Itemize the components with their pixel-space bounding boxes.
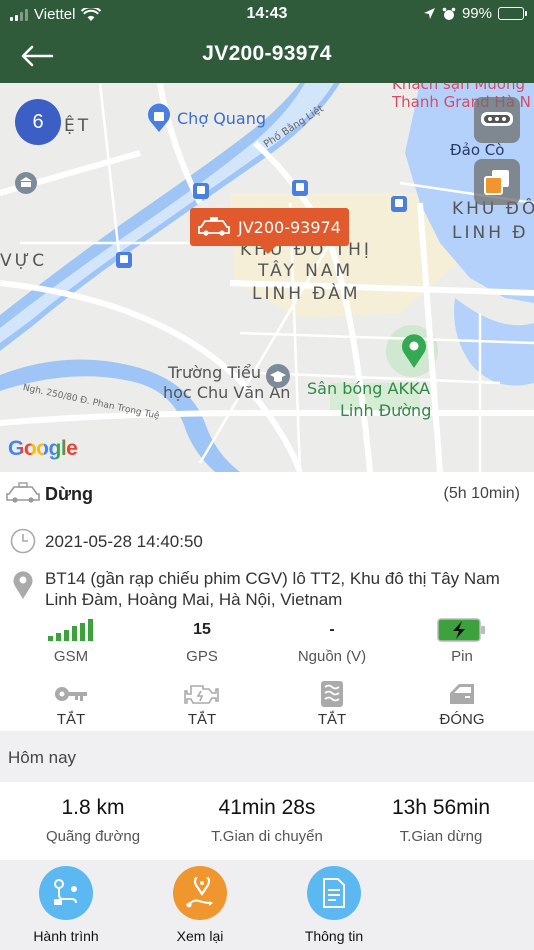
power-label: Nguồn (V): [297, 648, 367, 665]
map-place-dao-co: Đảo Cò: [450, 141, 505, 159]
vehicle-marker[interactable]: JV200-93974: [190, 208, 349, 254]
state-duration: (5h 10min): [443, 485, 520, 502]
air-conditioner-icon: [321, 681, 343, 707]
power-value: -: [329, 621, 335, 638]
engine-icon: [184, 685, 219, 704]
gps-label: GPS: [186, 648, 218, 665]
vehicle-marker-label: JV200-93974: [238, 217, 341, 237]
status-bar: Viettel 14:43 99%: [0, 0, 534, 28]
shopping-bag-icon: [148, 103, 170, 132]
moving-time-value: 41min 28s: [218, 796, 316, 819]
nav-bar: JV200-93974: [0, 28, 534, 83]
stop-time-summary: 13h 56min T.Gian dừng: [352, 796, 530, 845]
map-layers-button[interactable]: [474, 159, 520, 205]
bus-stop-icon: [391, 196, 407, 212]
vehicle-cluster-badge[interactable]: 6: [15, 99, 61, 145]
moving-time-label: T.Gian di chuyển: [211, 828, 323, 845]
page-title: JV200-93974: [202, 42, 332, 65]
bus-stop-icon: [292, 180, 308, 196]
power-stat: - Nguồn (V): [272, 618, 392, 665]
gsm-label: GSM: [53, 648, 89, 665]
door-state: ĐÓNG: [439, 711, 485, 728]
playback-label: Xem lại: [176, 928, 224, 944]
battery-icon: [498, 7, 527, 20]
map-district-3: LINH ĐÀM: [252, 284, 361, 304]
vehicle-state: Dừng: [45, 484, 94, 504]
engine-sensor: TẮT: [142, 680, 262, 728]
gsm-stat: GSM: [11, 618, 131, 665]
vehicle-status-row: Dừng (5h 10min): [0, 478, 534, 510]
stop-time-label: T.Gian dừng: [399, 828, 483, 845]
distance-value: 1.8 km: [61, 796, 125, 819]
map-route-pin-icon: [186, 877, 213, 908]
address-row: BT14 (gần rạp chiếu phim CGV) lô TT2, Kh…: [0, 566, 534, 612]
bus-stop-icon: [193, 183, 209, 199]
distance-label: Quãng đường: [45, 828, 141, 845]
map-stadium-1: Sân bóng AKKA: [307, 379, 431, 398]
info-label: Thông tin: [304, 928, 364, 944]
today-title: Hôm nay: [8, 748, 77, 767]
app-header: Viettel 14:43 99% JV200-93974: [0, 0, 534, 83]
gps-value: 15: [193, 621, 211, 638]
map-view[interactable]: Khách sạn Mường Thanh Grand Hà N Chợ Qua…: [0, 83, 534, 472]
sensor-states: TẮT TẮT TẮT ĐÓNG: [0, 680, 534, 730]
clock-icon: [10, 528, 36, 554]
key-icon: [55, 687, 87, 701]
ignition-sensor: TẮT: [11, 680, 131, 728]
location-arrow-icon: [423, 8, 435, 19]
bus-stop-icon: [116, 252, 132, 268]
taxi-icon: [198, 217, 230, 236]
journey-button[interactable]: Hành trình: [11, 866, 121, 944]
map-place-vuc: VỰC: [0, 251, 48, 271]
timestamp-row: 2021-05-28 14:40:50: [0, 526, 534, 556]
car-icon: [6, 482, 40, 503]
map-place-cho-quang: Chợ Quang: [177, 109, 267, 128]
map-pin-icon: [402, 334, 426, 368]
traffic-layer-button[interactable]: [474, 97, 520, 143]
stop-time-value: 13h 56min: [391, 796, 491, 819]
battery-percent: 99%: [461, 5, 492, 22]
gsm-signal-icon: [48, 619, 93, 641]
gps-stat: 15 GPS: [142, 618, 262, 665]
today-summary: 1.8 km Quãng đường 41min 28s T.Gian di c…: [0, 782, 534, 860]
ignition-state: TẮT: [56, 711, 86, 728]
school-icon: [266, 364, 290, 388]
distance-summary: 1.8 km Quãng đường: [4, 796, 182, 845]
playback-button[interactable]: Xem lại: [145, 866, 255, 944]
map-stadium-2: Linh Đường: [340, 401, 432, 420]
moving-time-summary: 41min 28s T.Gian di chuyển: [178, 796, 356, 845]
device-stats: GSM 15 GPS - Nguồn (V) Pin: [0, 618, 534, 674]
location-pin-icon: [13, 571, 33, 599]
google-attribution: Google: [8, 437, 78, 460]
document-icon: [323, 878, 345, 908]
route-icon: [54, 879, 77, 905]
layers-icon: [484, 170, 509, 195]
alarm-icon: [442, 7, 456, 20]
map-place-viet: IỆT: [56, 116, 92, 136]
bus-icon: [481, 112, 513, 126]
battery-charging-icon: [437, 618, 485, 642]
map-district-right-2: LINH Đ: [452, 223, 529, 243]
map-district-2: TÂY NAM: [258, 261, 354, 281]
info-button[interactable]: Thông tin: [279, 866, 389, 944]
battery-label: Pin: [451, 648, 473, 665]
journey-label: Hành trình: [33, 928, 99, 944]
landmark-icon: [15, 172, 37, 194]
battery-stat: Pin: [402, 618, 522, 665]
ac-state: TẮT: [317, 711, 347, 728]
engine-state: TẮT: [187, 711, 217, 728]
map-place-hotel: Khách sạn Mường: [392, 83, 525, 93]
car-door-icon: [450, 684, 474, 704]
map-school-1: Trường Tiểu: [168, 363, 262, 382]
bottom-action-bar: Hành trình Xem lại Thông tin: [0, 860, 534, 950]
today-section-header: Hôm nay: [0, 731, 534, 782]
timestamp: 2021-05-28 14:40:50: [45, 532, 203, 551]
door-sensor: ĐÓNG: [402, 680, 522, 728]
address: BT14 (gần rạp chiếu phim CGV) lô TT2, Kh…: [45, 569, 500, 609]
ac-sensor: TẮT: [272, 680, 392, 728]
